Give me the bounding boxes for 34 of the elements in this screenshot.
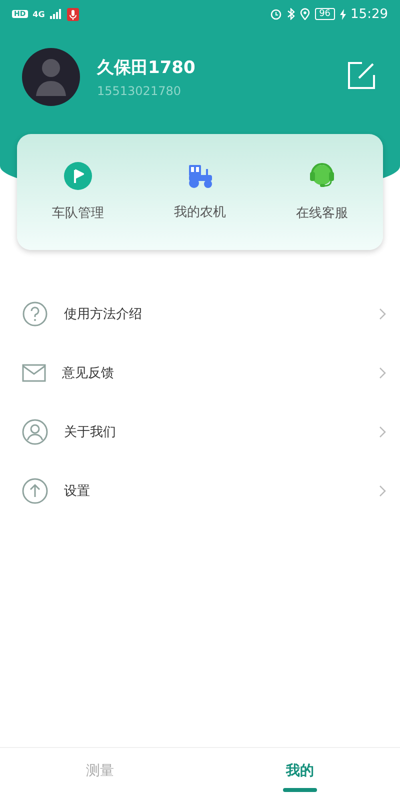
edit-button[interactable]	[346, 62, 376, 92]
headset-icon	[307, 162, 337, 190]
menu-item[interactable]: 关于我们	[0, 402, 400, 461]
person-silhouette-icon	[34, 58, 68, 96]
location-icon	[300, 8, 310, 20]
quick-action-button[interactable]: 我的农机	[139, 163, 261, 221]
mail-icon	[22, 364, 46, 382]
user-icon	[22, 418, 48, 444]
help-icon	[22, 300, 48, 326]
menu-item[interactable]: 意见反馈	[0, 343, 400, 402]
charging-icon	[340, 8, 346, 20]
chevron-right-icon	[379, 366, 386, 378]
chevron-right-icon	[379, 426, 386, 438]
user-name: 久保田1780	[97, 57, 196, 79]
alarm-icon	[270, 8, 282, 20]
bluetooth-icon	[287, 8, 296, 20]
battery-level: 96	[315, 8, 335, 20]
edit-icon	[347, 62, 375, 90]
tab[interactable]: 我的	[200, 748, 400, 800]
quick-action-button[interactable]: 在线客服	[261, 162, 383, 222]
tab-indicator	[283, 788, 317, 792]
upload-icon	[22, 478, 48, 504]
chevron-right-icon	[379, 484, 386, 496]
signal-icon	[50, 9, 62, 19]
menu-item[interactable]: 使用方法介绍	[0, 284, 400, 343]
phone-number: 15513021780	[97, 84, 182, 98]
tractor-icon	[186, 163, 214, 189]
menu-item[interactable]: 设置	[0, 461, 400, 520]
quick-action-button[interactable]: 车队管理	[17, 162, 139, 222]
microphone-icon	[66, 8, 79, 20]
network-type: 4G	[32, 10, 45, 18]
clock-time: 15:29	[350, 6, 388, 22]
flag-icon	[64, 162, 92, 190]
chevron-right-icon	[379, 308, 386, 320]
